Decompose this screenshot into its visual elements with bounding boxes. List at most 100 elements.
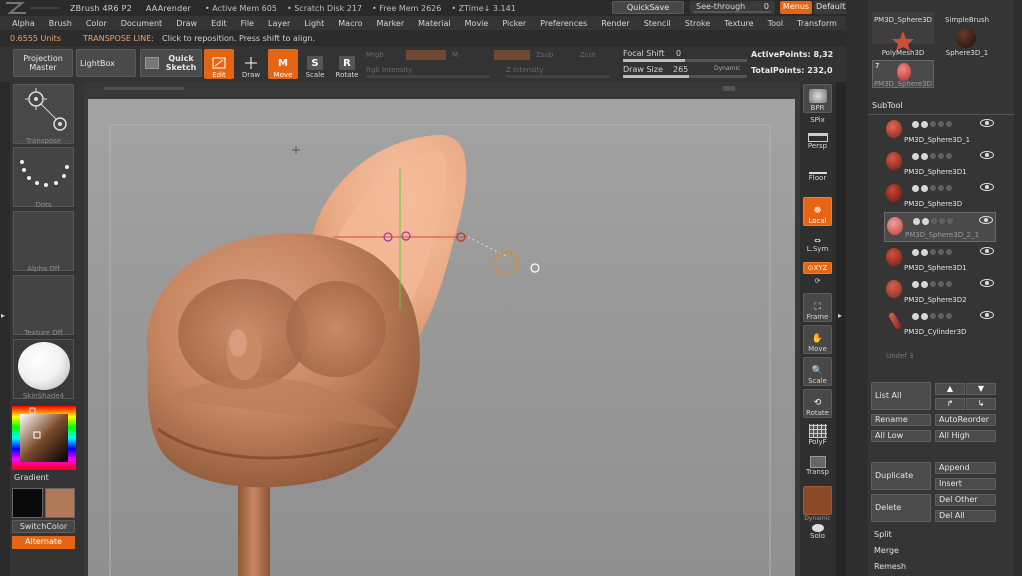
menu-item-movie[interactable]: Movie	[465, 19, 489, 28]
menu-item-alpha[interactable]: Alpha	[12, 19, 35, 28]
all-low-button[interactable]: All Low	[871, 430, 931, 442]
switch-color-button[interactable]: SwitchColor	[12, 520, 75, 533]
menu-item-draw[interactable]: Draw	[176, 19, 197, 28]
draw-size-slider[interactable]	[623, 75, 747, 78]
subtool-toggle-0[interactable]	[912, 248, 919, 256]
move-mode-button[interactable]: M Move	[268, 49, 298, 79]
color-picker[interactable]	[12, 406, 76, 470]
subtool-toggle-3[interactable]	[939, 218, 945, 224]
alternate-button[interactable]: Alternate	[12, 536, 75, 549]
subtool-toggle-2[interactable]	[930, 185, 936, 191]
menu-item-tool[interactable]: Tool	[768, 19, 784, 28]
move-up-button[interactable]: ▲	[935, 383, 965, 395]
rotate-mode-button[interactable]: R Rotate	[332, 49, 362, 79]
left-tray-strip[interactable]	[0, 82, 10, 576]
subtool-toggle-3[interactable]	[938, 249, 944, 255]
move-view-button[interactable]: ✋ Move	[803, 325, 832, 354]
subtool-toggle-0[interactable]	[912, 184, 919, 192]
polyf-button[interactable]: PolyF	[803, 424, 832, 446]
rename-button[interactable]: Rename	[871, 414, 931, 426]
transpose-brush-thumb[interactable]	[13, 84, 74, 144]
subtool-toggle-0[interactable]	[912, 120, 919, 128]
material-thumb[interactable]	[13, 339, 74, 399]
list-all-button[interactable]: List All	[871, 382, 931, 410]
menu-item-layer[interactable]: Layer	[268, 19, 290, 28]
subtool-toggle-1[interactable]	[921, 152, 928, 160]
subtool-toggle-4[interactable]	[946, 249, 952, 255]
subtool-row[interactable]: PM3D_Sphere3D	[884, 180, 996, 210]
auto-reorder-button[interactable]: AutoReorder	[935, 414, 996, 426]
rgb-intensity-slider[interactable]	[366, 75, 490, 78]
subtool-row[interactable]: PM3D_Sphere3D2	[884, 276, 996, 306]
scale-mode-button[interactable]: S Scale	[300, 49, 330, 79]
del-other-button[interactable]: Del Other	[935, 494, 996, 506]
subtool-toggle-2[interactable]	[930, 249, 936, 255]
move-down-button[interactable]: ▼	[966, 383, 996, 395]
subtool-toggle-1[interactable]	[921, 248, 928, 256]
draw-mode-button[interactable]: Draw	[236, 49, 266, 79]
subtool-toggle-3[interactable]	[938, 153, 944, 159]
menu-item-file[interactable]: File	[241, 19, 254, 28]
visibility-eye-icon[interactable]	[979, 216, 993, 224]
subtool-toggle-1[interactable]	[922, 217, 929, 225]
subtool-toggle-0[interactable]	[912, 280, 919, 288]
left-collapse-arrow-icon[interactable]: ▸	[1, 311, 5, 320]
move-down-end-button[interactable]: ↳	[966, 398, 996, 410]
subtool-toggle-2[interactable]	[931, 218, 937, 224]
right-tray-strip[interactable]	[836, 82, 846, 576]
menu-item-brush[interactable]: Brush	[49, 19, 72, 28]
visibility-eye-icon[interactable]	[980, 247, 994, 255]
subtool-toggle-4[interactable]	[946, 313, 952, 319]
subtool-toggle-1[interactable]	[921, 312, 928, 320]
menu-item-picker[interactable]: Picker	[502, 19, 526, 28]
menu-item-macro[interactable]: Macro	[338, 19, 362, 28]
insert-button[interactable]: Insert	[935, 478, 996, 490]
subtool-toggle-2[interactable]	[930, 313, 936, 319]
subtool-toggle-3[interactable]	[938, 121, 944, 127]
subtool-toggle-2[interactable]	[930, 153, 936, 159]
spix-label[interactable]: SPix	[803, 116, 832, 124]
menu-item-stencil[interactable]: Stencil	[644, 19, 671, 28]
visibility-eye-icon[interactable]	[980, 119, 994, 127]
rotate-view-button[interactable]: ⟲ Rotate	[803, 389, 832, 418]
menu-item-marker[interactable]: Marker	[376, 19, 404, 28]
rgb-button[interactable]	[406, 50, 446, 60]
visibility-eye-icon[interactable]	[980, 279, 994, 287]
subtool-toggle-0[interactable]	[913, 217, 920, 225]
gradient-label[interactable]: Gradient	[14, 473, 49, 482]
local-button[interactable]: ☸ Local	[803, 197, 832, 226]
secondary-color-swatch[interactable]	[45, 488, 75, 518]
visibility-eye-icon[interactable]	[980, 311, 994, 319]
visibility-eye-icon[interactable]	[980, 183, 994, 191]
menu-item-document[interactable]: Document	[121, 19, 162, 28]
subtool-header[interactable]: SubTool	[872, 101, 1000, 114]
subtool-toggle-1[interactable]	[921, 184, 928, 192]
menu-item-color[interactable]: Color	[86, 19, 107, 28]
quick-sketch-button[interactable]: Quick Sketch	[140, 49, 202, 77]
duplicate-button[interactable]: Duplicate	[871, 462, 931, 490]
subtool-toggle-3[interactable]	[938, 281, 944, 287]
subtool-toggle-1[interactable]	[921, 280, 928, 288]
all-high-button[interactable]: All High	[935, 430, 996, 442]
subtool-toggle-4[interactable]	[946, 153, 952, 159]
texture-thumb[interactable]	[13, 275, 74, 335]
menus-button[interactable]: Menus	[780, 1, 812, 14]
persp-button[interactable]: Persp	[803, 133, 832, 150]
floor-button[interactable]: Floor	[803, 166, 832, 182]
subtool-row[interactable]: PM3D_Sphere3D_2_1	[884, 212, 996, 242]
append-button[interactable]: Append	[935, 462, 996, 474]
move-up-end-button[interactable]: ↱	[935, 398, 965, 410]
mrgb-button[interactable]: Mrgb	[366, 51, 384, 59]
rotation-icon[interactable]: ⟳	[803, 277, 832, 285]
zcut-button[interactable]: Zcut	[580, 51, 596, 59]
zadd-button[interactable]	[494, 50, 530, 60]
stroke-dots-thumb[interactable]	[13, 147, 74, 207]
frame-button[interactable]: ⛶ Frame	[803, 293, 832, 322]
subtool-toggle-4[interactable]	[946, 121, 952, 127]
visibility-eye-icon[interactable]	[980, 151, 994, 159]
lsym-button[interactable]: ⇔ L.Sym	[803, 236, 832, 253]
split-section[interactable]: Split	[874, 530, 892, 539]
del-all-button[interactable]: Del All	[935, 510, 996, 522]
tool-name-1[interactable]: SimpleBrush	[932, 16, 1002, 24]
transp-button[interactable]: Transp	[803, 456, 832, 476]
